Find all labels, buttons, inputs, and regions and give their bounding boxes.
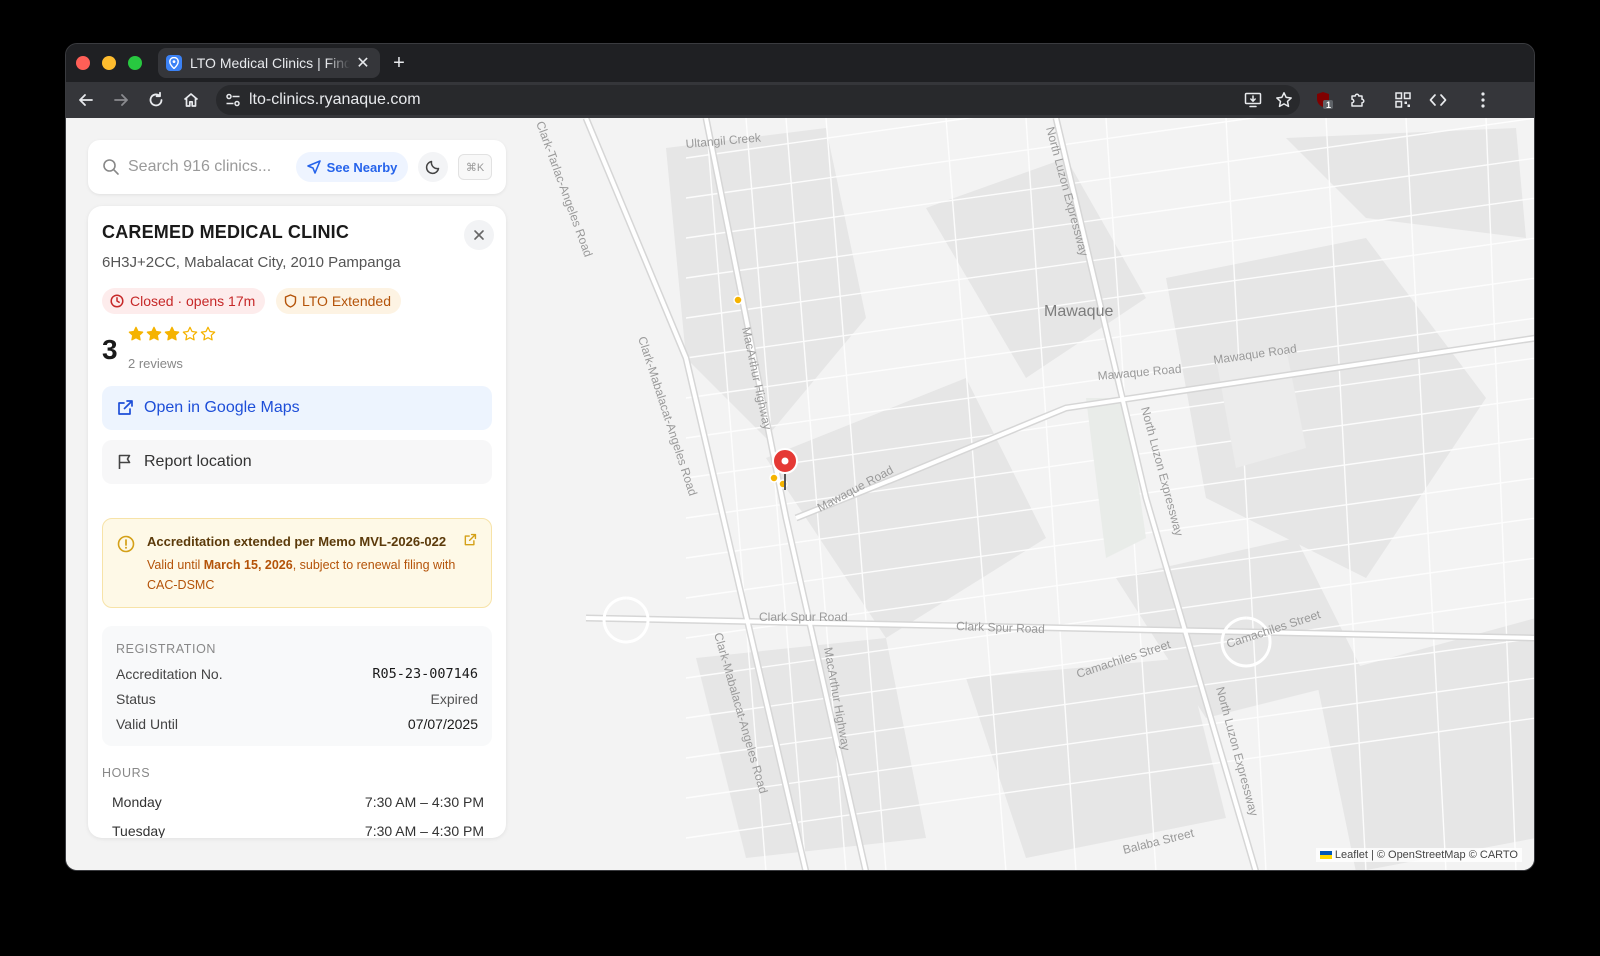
browser-window: LTO Medical Clinics | Find ✕ + lto-clini… <box>65 43 1535 871</box>
moon-icon <box>425 160 440 175</box>
status-badge-label: Closed · opens 17m <box>130 293 256 309</box>
accreditation-number: R05-23-007146 <box>372 666 478 682</box>
navigation-arrow-icon <box>306 160 321 174</box>
ublock-extension-icon[interactable]: 1 <box>1312 88 1336 112</box>
close-window-button[interactable] <box>76 56 90 70</box>
back-icon[interactable] <box>74 88 98 112</box>
shield-icon <box>284 294 297 308</box>
tab-strip: LTO Medical Clinics | Find ✕ + <box>66 44 1534 82</box>
maximize-window-button[interactable] <box>128 56 142 70</box>
devtools-code-icon[interactable] <box>1426 88 1450 112</box>
hours-day: Tuesday <box>112 823 166 838</box>
registration-row: Accreditation No. R05-23-007146 <box>116 666 478 682</box>
search-input[interactable] <box>128 154 288 180</box>
review-count: 2 reviews <box>128 356 183 371</box>
search-icon <box>102 158 120 181</box>
notice-title: Accreditation extended per Memo MVL-2026… <box>147 534 447 549</box>
page-content: Ultangil Creek Mawaque North Luzon Expre… <box>66 118 1534 870</box>
clinic-dot[interactable] <box>733 295 743 305</box>
search-bar: See Nearby ⌘K <box>88 140 506 194</box>
hours-day: Monday <box>112 794 162 810</box>
tab-title: LTO Medical Clinics | Find <box>190 55 350 71</box>
close-icon <box>474 230 484 240</box>
map-label-clark-spur1: Clark Spur Road <box>759 610 848 624</box>
clinic-name: CAREMED MEDICAL CLINIC <box>102 222 350 242</box>
extensions-puzzle-icon[interactable] <box>1346 88 1370 112</box>
rating-value: 3 <box>102 334 118 365</box>
status-badge: Closed · opens 17m <box>102 288 266 314</box>
accreditation-notice: Accreditation extended per Memo MVL-2026… <box>102 518 492 608</box>
report-location-button[interactable]: Report location <box>102 440 492 484</box>
reload-icon[interactable] <box>144 88 168 112</box>
close-panel-button[interactable] <box>464 220 494 250</box>
valid-until-date: 07/07/2025 <box>407 716 478 732</box>
dark-mode-toggle[interactable] <box>418 152 448 182</box>
home-icon[interactable] <box>179 88 203 112</box>
registration-heading: REGISTRATION <box>116 642 217 656</box>
menu-kebab-icon[interactable] <box>1471 88 1495 112</box>
lto-badge-label: LTO Extended <box>302 293 391 309</box>
leaflet-link[interactable]: Leaflet <box>1335 849 1368 861</box>
notice-body-prefix: Valid until <box>147 558 204 572</box>
forward-icon[interactable] <box>109 88 133 112</box>
external-link-icon <box>118 400 133 415</box>
tab-close-icon[interactable]: ✕ <box>354 53 372 73</box>
notice-body-date: March 15, 2026 <box>203 558 293 572</box>
star-filled-icon <box>146 326 162 341</box>
url-text: lto-clinics.ryanaque.com <box>249 91 421 108</box>
map-attribution: Leaflet | © OpenStreetMap © CARTO <box>1315 848 1522 862</box>
bookmark-star-icon[interactable] <box>1272 88 1296 112</box>
star-empty-icon <box>200 326 216 341</box>
address-bar[interactable]: lto-clinics.ryanaque.com <box>216 85 1300 115</box>
alert-circle-icon <box>117 535 135 558</box>
registration-label: Accreditation No. <box>116 666 223 682</box>
map-label-area: Mawaque <box>1044 303 1113 320</box>
hours-row: Monday 7:30 AM – 4:30 PM <box>112 794 484 810</box>
hours-heading: HOURS <box>102 766 151 780</box>
clinic-address: 6H3J+2CC, Mabalacat City, 2010 Pampanga <box>102 254 401 271</box>
ukraine-flag-icon <box>1319 851 1332 859</box>
registration-row: Status Expired <box>116 691 478 707</box>
tab-active[interactable]: LTO Medical Clinics | Find ✕ <box>158 48 380 78</box>
open-google-maps-label: Open in Google Maps <box>144 399 300 416</box>
clinic-dot[interactable] <box>769 473 779 483</box>
notice-body: Valid until March 15, 2026, subject to r… <box>147 555 457 595</box>
report-location-label: Report location <box>144 453 252 470</box>
browser-toolbar: lto-clinics.ryanaque.com 1 <box>66 82 1534 118</box>
hours-row: Tuesday 7:30 AM – 4:30 PM <box>112 823 484 838</box>
registration-card: REGISTRATION Accreditation No. R05-23-00… <box>102 626 492 746</box>
qr-grid-icon[interactable] <box>1391 88 1415 112</box>
star-empty-icon <box>182 326 198 341</box>
flag-icon <box>118 454 131 469</box>
registration-label: Status <box>116 691 156 707</box>
command-k-shortcut[interactable]: ⌘K <box>458 154 492 180</box>
minimize-window-button[interactable] <box>102 56 116 70</box>
site-settings-icon[interactable] <box>225 92 241 113</box>
registration-status: Expired <box>430 691 478 707</box>
clock-icon <box>110 294 124 308</box>
see-nearby-button[interactable]: See Nearby <box>296 152 408 182</box>
hours-time: 7:30 AM – 4:30 PM <box>364 823 484 838</box>
registration-row: Valid Until 07/07/2025 <box>116 716 478 732</box>
open-google-maps-button[interactable]: Open in Google Maps <box>102 386 492 430</box>
map-pin-favicon-icon <box>166 55 182 71</box>
memo-external-link-icon[interactable] <box>463 533 477 552</box>
extension-badge: 1 <box>1326 100 1332 110</box>
see-nearby-label: See Nearby <box>326 159 398 175</box>
star-filled-icon <box>128 326 144 341</box>
lto-extended-badge: LTO Extended <box>276 288 401 314</box>
new-tab-button[interactable]: + <box>388 52 410 75</box>
install-app-icon[interactable] <box>1241 88 1265 112</box>
registration-label: Valid Until <box>116 716 178 732</box>
attribution-text: | © OpenStreetMap © CARTO <box>1370 849 1518 861</box>
star-filled-icon <box>164 326 180 341</box>
clinic-detail-panel: CAREMED MEDICAL CLINIC 6H3J+2CC, Mabalac… <box>88 206 506 838</box>
hours-time: 7:30 AM – 4:30 PM <box>364 794 484 810</box>
star-rating <box>128 326 216 342</box>
